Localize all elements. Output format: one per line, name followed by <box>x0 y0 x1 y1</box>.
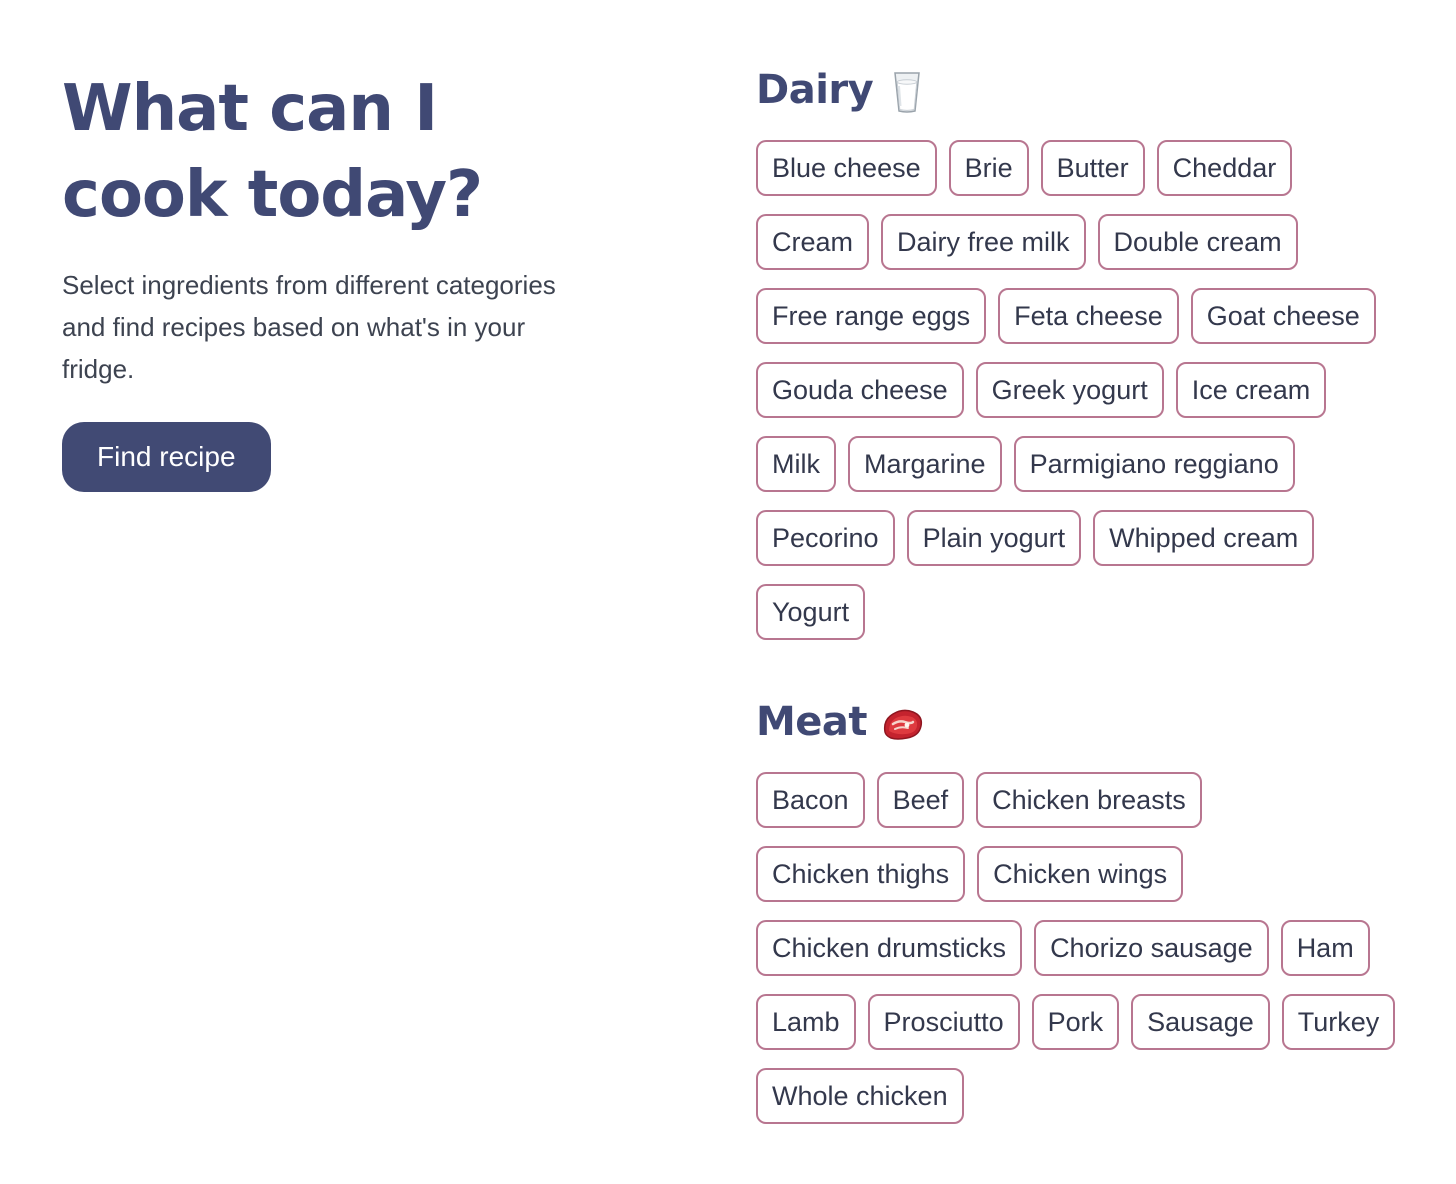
dairy-chip-list: Blue cheese Brie Butter Cheddar Cream Da… <box>756 140 1416 640</box>
chip-brie[interactable]: Brie <box>948 140 1029 196</box>
chip-whipped-cream[interactable]: Whipped cream <box>1093 510 1315 566</box>
page-title: What can I cook today? <box>62 66 622 238</box>
chip-parmigiano-reggiano[interactable]: Parmigiano reggiano <box>1013 436 1295 492</box>
chip-plain-yogurt[interactable]: Plain yogurt <box>906 510 1082 566</box>
chip-ice-cream[interactable]: Ice cream <box>1175 362 1327 418</box>
chip-lamb[interactable]: Lamb <box>756 994 856 1050</box>
category-meat: Meat Bacon Beef Chicken breasts Chicken … <box>756 692 1436 1124</box>
intro-text: Select ingredients from different catego… <box>62 270 556 384</box>
ingredient-categories: Dairy Blue cheese Brie Butter Cheddar Cr… <box>756 60 1436 1176</box>
category-title-meat: Meat <box>756 692 1436 752</box>
chip-double-cream[interactable]: Double cream <box>1097 214 1298 270</box>
category-dairy: Dairy Blue cheese Brie Butter Cheddar Cr… <box>756 60 1436 640</box>
chip-margarine[interactable]: Margarine <box>848 436 1002 492</box>
milk-glass-icon <box>887 70 927 114</box>
chip-prosciutto[interactable]: Prosciutto <box>867 994 1020 1050</box>
chip-whole-chicken[interactable]: Whole chicken <box>756 1068 964 1124</box>
chip-greek-yogurt[interactable]: Greek yogurt <box>975 362 1164 418</box>
chip-ham[interactable]: Ham <box>1280 920 1370 976</box>
chip-free-range-eggs[interactable]: Free range eggs <box>756 288 987 344</box>
chip-pork[interactable]: Pork <box>1031 994 1120 1050</box>
category-title-text: Meat <box>756 699 868 745</box>
chip-chicken-thighs[interactable]: Chicken thighs <box>756 846 966 902</box>
chip-chicken-wings[interactable]: Chicken wings <box>977 846 1184 902</box>
chip-cheddar[interactable]: Cheddar <box>1156 140 1293 196</box>
chip-turkey[interactable]: Turkey <box>1281 994 1396 1050</box>
chip-cream[interactable]: Cream <box>756 214 870 270</box>
hero-section: What can I cook today? Select ingredient… <box>62 66 622 492</box>
chip-chicken-breasts[interactable]: Chicken breasts <box>976 772 1202 828</box>
steak-icon <box>881 702 923 746</box>
chip-butter[interactable]: Butter <box>1040 140 1145 196</box>
title-line-2: cook today? <box>62 158 483 232</box>
chip-milk[interactable]: Milk <box>756 436 836 492</box>
chip-bacon[interactable]: Bacon <box>756 772 865 828</box>
chip-gouda-cheese[interactable]: Gouda cheese <box>756 362 964 418</box>
chip-beef[interactable]: Beef <box>876 772 965 828</box>
chip-dairy-free-milk[interactable]: Dairy free milk <box>881 214 1086 270</box>
title-line-1: What can I <box>62 72 438 146</box>
chip-feta-cheese[interactable]: Feta cheese <box>998 288 1179 344</box>
chip-chorizo-sausage[interactable]: Chorizo sausage <box>1034 920 1269 976</box>
chip-yogurt[interactable]: Yogurt <box>756 584 866 640</box>
chip-chicken-drumsticks[interactable]: Chicken drumsticks <box>756 920 1023 976</box>
meat-chip-list: Bacon Beef Chicken breasts Chicken thigh… <box>756 772 1416 1124</box>
chip-sausage[interactable]: Sausage <box>1131 994 1270 1050</box>
category-title-text: Dairy <box>756 67 874 113</box>
find-recipe-button[interactable]: Find recipe <box>62 422 271 492</box>
chip-blue-cheese[interactable]: Blue cheese <box>756 140 937 196</box>
category-title-dairy: Dairy <box>756 60 1436 120</box>
chip-goat-cheese[interactable]: Goat cheese <box>1190 288 1376 344</box>
chip-pecorino[interactable]: Pecorino <box>756 510 895 566</box>
